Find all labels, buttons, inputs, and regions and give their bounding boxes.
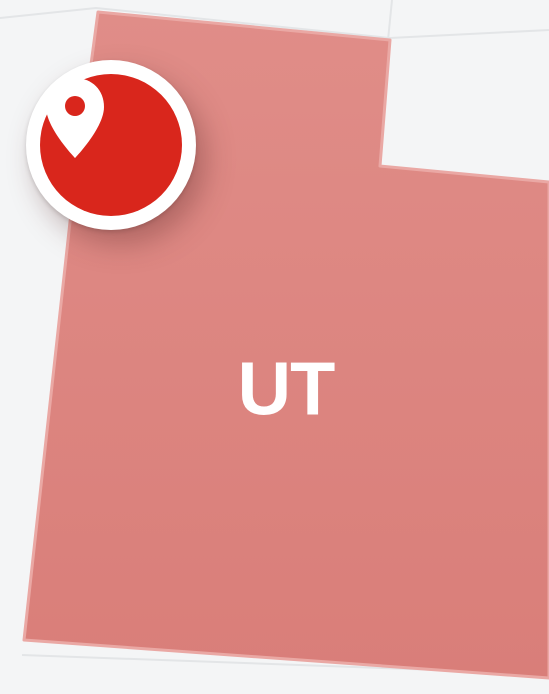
location-pin-icon <box>46 78 104 158</box>
location-marker[interactable] <box>26 60 196 230</box>
marker-badge <box>40 74 182 216</box>
state-label: UT <box>237 346 336 431</box>
neighbor-border-east <box>387 0 393 41</box>
map-canvas: UT <box>0 0 549 694</box>
